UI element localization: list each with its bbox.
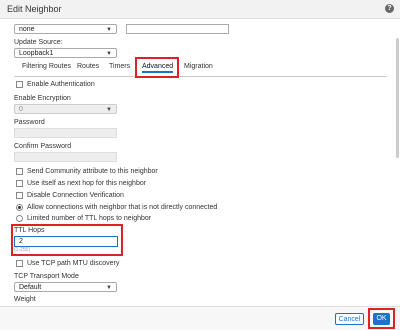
tcp-mtu-label: Use TCP path MTU discovery	[27, 260, 120, 267]
tab-bar: Filtering Routes Routes Timers Advanced …	[14, 62, 387, 77]
cancel-button[interactable]: Cancel	[335, 313, 364, 325]
allow-connections-radio[interactable]	[16, 204, 23, 211]
password-input[interactable]	[14, 128, 117, 138]
tab-migration[interactable]: Migration	[184, 63, 213, 70]
confirm-password-label: Confirm Password	[14, 143, 72, 150]
tcp-transport-label: TCP Transport Mode	[14, 273, 79, 280]
chevron-down-icon: ▼	[106, 285, 112, 291]
enable-encryption-label: Enable Encryption	[14, 95, 71, 102]
next-hop-checkbox[interactable]	[16, 180, 23, 187]
confirm-password-input[interactable]	[14, 152, 117, 162]
top-text-input[interactable]	[126, 24, 229, 34]
ok-button-highlight	[368, 308, 395, 329]
tab-filtering-routes[interactable]: Filtering Routes	[22, 63, 71, 70]
chevron-down-icon: ▼	[106, 27, 112, 33]
disable-connection-verification-label: Disable Connection Verification	[27, 192, 124, 199]
limited-ttl-label: Limited number of TTL hops to neighbor	[27, 215, 152, 222]
dialog-titlebar: Edit Neighbor ?	[0, 0, 400, 19]
tab-advanced-highlight	[135, 57, 179, 78]
ttl-hops-label: TTL Hops	[14, 227, 45, 234]
chevron-down-icon: ▼	[106, 51, 112, 57]
ttl-hops-input[interactable]: 2	[14, 236, 118, 247]
dialog-content: none ▼ Update Source: Loopback1 ▼ Filter…	[0, 18, 400, 306]
tcp-mtu-checkbox[interactable]	[16, 260, 23, 267]
tcp-transport-value: Default	[19, 284, 42, 291]
enable-authentication-label: Enable Authentication	[27, 81, 95, 88]
dialog-footer: Cancel OK	[0, 306, 400, 330]
weight-label: Weight	[14, 296, 36, 303]
update-source-value: Loopback1	[19, 50, 54, 57]
scrollbar[interactable]	[396, 38, 399, 158]
next-hop-label: Use itself as next hop for this neighbor	[27, 180, 147, 187]
encryption-select[interactable]: 0 ▼	[14, 104, 117, 114]
encryption-value: 0	[19, 106, 23, 113]
top-select[interactable]: none ▼	[14, 24, 117, 34]
enable-authentication-checkbox[interactable]	[16, 81, 23, 88]
disable-connection-verification-checkbox[interactable]	[16, 192, 23, 199]
update-source-select[interactable]: Loopback1 ▼	[14, 48, 117, 58]
send-community-checkbox[interactable]	[16, 168, 23, 175]
ttl-hops-hint: (1-255)	[14, 247, 31, 253]
allow-connections-label: Allow connections with neighbor that is …	[27, 204, 218, 211]
tcp-transport-select[interactable]: Default ▼	[14, 282, 117, 292]
chevron-down-icon: ▼	[106, 107, 112, 113]
send-community-label: Send Community attribute to this neighbo…	[27, 168, 158, 175]
update-source-label: Update Source:	[14, 39, 63, 46]
ttl-hops-value: 2	[19, 238, 23, 245]
tab-routes[interactable]: Routes	[77, 63, 99, 70]
limited-ttl-radio[interactable]	[16, 215, 23, 222]
help-icon[interactable]: ?	[385, 4, 394, 13]
tab-timers[interactable]: Timers	[109, 63, 130, 70]
password-label: Password	[14, 119, 45, 126]
dialog-title: Edit Neighbor	[7, 4, 62, 14]
top-select-value: none	[19, 26, 35, 33]
